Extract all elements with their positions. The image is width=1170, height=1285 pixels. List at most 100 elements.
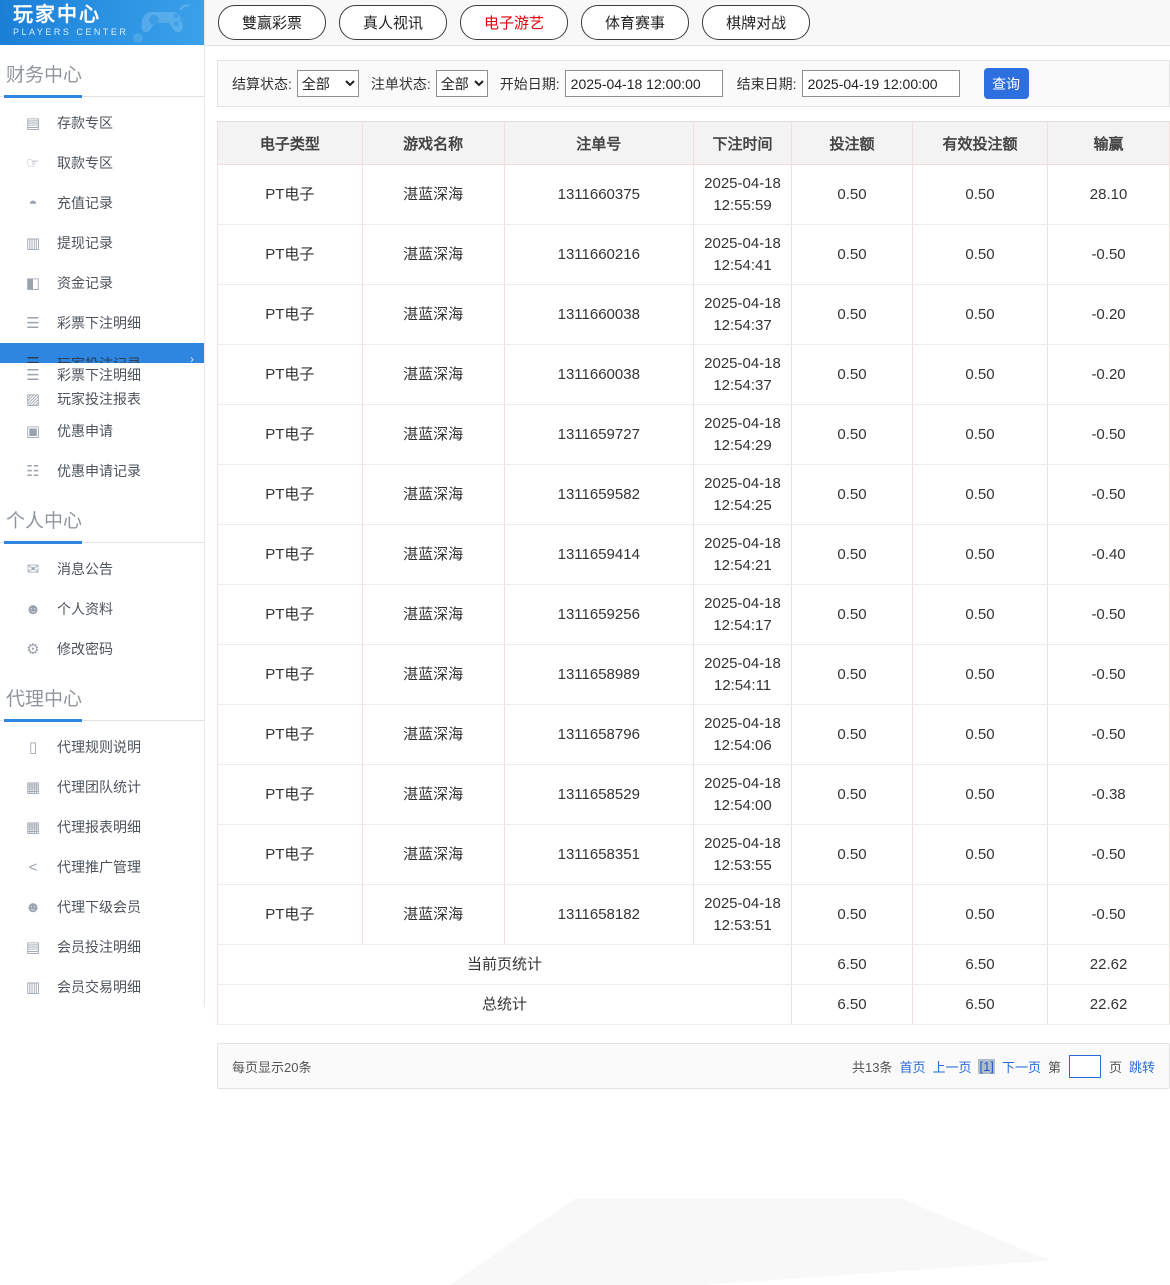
total-count-label: 共13条: [852, 1057, 892, 1076]
end-date-input[interactable]: [802, 70, 960, 97]
sidebar-item-agent-promo-manage[interactable]: <代理推广管理: [0, 847, 204, 887]
sidebar-section: 个人中心 ✉消息公告☻个人资料⚙修改密码: [0, 491, 204, 669]
tab-雙赢彩票[interactable]: 雙赢彩票: [218, 5, 326, 40]
table-cell: 1311660038: [504, 285, 693, 345]
page-prefix-label: 第: [1048, 1057, 1061, 1076]
sidebar-item-lottery-bet-detail[interactable]: ☰彩票下注明细: [0, 363, 204, 387]
table-cell: -0.50: [1048, 645, 1170, 705]
tab-棋牌对战[interactable]: 棋牌对战: [702, 5, 810, 40]
column-header: 投注额: [792, 122, 913, 165]
table-cell: PT电子: [218, 585, 363, 645]
sidebar-item-deposit-zone[interactable]: ▤存款专区: [0, 103, 204, 143]
sidebar-section-label: 个人中心: [0, 491, 204, 542]
table-cell: 湛蓝深海: [362, 525, 504, 585]
sidebar-item-bell[interactable]: ✉消息公告: [0, 549, 204, 589]
first-page-link[interactable]: 首页: [899, 1057, 925, 1076]
pager: 共13条 首页 上一页 [1] 下一页 第 页 跳转: [852, 1055, 1155, 1078]
sidebar-item-player-bet-record[interactable]: ☰玩家投注记录›: [0, 343, 204, 363]
sidebar-item-withdraw-zone[interactable]: ☞取款专区: [0, 143, 204, 183]
table-cell: 0.50: [912, 765, 1047, 825]
table-cell: -0.50: [1048, 465, 1170, 525]
table-row: PT电子湛蓝深海13116583512025-04-18 12:53:550.5…: [218, 825, 1170, 885]
table-cell: -0.20: [1048, 345, 1170, 405]
sidebar-item-label: 代理报表明细: [57, 817, 141, 837]
table-cell: 2025-04-18 12:54:06: [693, 705, 791, 765]
next-page-link[interactable]: 下一页: [1002, 1057, 1041, 1076]
table-cell: 湛蓝深海: [362, 705, 504, 765]
tab-体育赛事[interactable]: 体育赛事: [581, 5, 689, 40]
table-cell: 湛蓝深海: [362, 765, 504, 825]
table-cell: PT电子: [218, 765, 363, 825]
table-cell: 0.50: [912, 705, 1047, 765]
sidebar-item-funds-record[interactable]: ◧资金记录: [0, 263, 204, 303]
sidebar-item-player-bet-report[interactable]: ▨玩家投注报表: [0, 387, 204, 411]
lottery-bet-detail-icon: ☰: [24, 314, 42, 332]
sidebar-item-label: 代理规则说明: [57, 737, 141, 757]
table-cell: 2025-04-18 12:54:37: [693, 345, 791, 405]
table-cell: 0.50: [792, 585, 913, 645]
sidebar-item-label: 玩家投注报表: [57, 389, 141, 409]
table-cell: 0.50: [792, 285, 913, 345]
sidebar-item-agent-sub-members[interactable]: ☻代理下级会员: [0, 887, 204, 927]
settle-status-select[interactable]: 全部: [297, 70, 359, 97]
sidebar-item-promo-apply[interactable]: ▣优惠申请: [0, 411, 204, 451]
table-row: PT电子湛蓝深海13116589892025-04-18 12:54:110.5…: [218, 645, 1170, 705]
column-header: 输赢: [1048, 122, 1170, 165]
table-cell: 0.50: [912, 465, 1047, 525]
table-cell: 2025-04-18 12:54:11: [693, 645, 791, 705]
prev-page-link[interactable]: 上一页: [932, 1057, 971, 1076]
tab-真人视讯[interactable]: 真人视讯: [339, 5, 447, 40]
sidebar-item-promo-apply-record[interactable]: ☷优惠申请记录: [0, 451, 204, 491]
order-status-label: 注单状态:: [371, 74, 431, 94]
table-cell: 0.50: [792, 825, 913, 885]
table-cell: 湛蓝深海: [362, 585, 504, 645]
summary-label: 当前页统计: [218, 945, 792, 985]
table-cell: 0.50: [912, 525, 1047, 585]
sidebar-item-agent-team-stats[interactable]: ▦代理团队统计: [0, 767, 204, 807]
table-row: PT电子湛蓝深海13116587962025-04-18 12:54:06 0.5…: [218, 705, 1170, 765]
search-button[interactable]: 查询: [984, 68, 1029, 99]
per-page-label: 每页显示20条: [232, 1057, 311, 1076]
summary-winloss: 22.62: [1048, 945, 1170, 985]
start-date-input[interactable]: [565, 70, 723, 97]
sidebar-item-agent-rules[interactable]: ▯代理规则说明: [0, 727, 204, 767]
table-cell: 1311658351: [504, 825, 693, 885]
sidebar-item-recharge-record[interactable]: ◓充值记录: [0, 183, 204, 223]
summary-bet: 6.50: [792, 945, 913, 985]
jump-link[interactable]: 跳转: [1129, 1057, 1155, 1076]
table-cell: PT电子: [218, 285, 363, 345]
tab-电子游艺[interactable]: 电子游艺: [460, 5, 568, 40]
table-cell: 0.50: [792, 345, 913, 405]
table-cell: 0.50: [912, 405, 1047, 465]
table-cell: 湛蓝深海: [362, 345, 504, 405]
sidebar-section-label: 代理中心: [0, 669, 204, 720]
withdraw-zone-icon: ☞: [24, 154, 42, 172]
gamepad-icon: [132, 2, 198, 42]
sidebar-item-agent-report-detail[interactable]: ▦代理报表明细: [0, 807, 204, 847]
sidebar-item-withdraw-record[interactable]: ▥提现记录: [0, 223, 204, 263]
table-cell: 湛蓝深海: [362, 165, 504, 225]
table-cell: 0.50: [912, 585, 1047, 645]
sidebar-item-label: 彩票下注明细: [57, 365, 141, 385]
sidebar-item-member-trade-detail[interactable]: ▥会员交易明细: [0, 967, 204, 1007]
sidebar-item-label: 资金记录: [57, 273, 113, 293]
settle-status-label: 结算状态:: [232, 74, 292, 94]
table-cell: PT电子: [218, 825, 363, 885]
sidebar-item-member-bet-detail[interactable]: ▤会员投注明细: [0, 927, 204, 967]
sidebar-item-lottery-bet-detail[interactable]: ☰彩票下注明细: [0, 303, 204, 343]
bet-records-table: 电子类型游戏名称注单号下注时间投注额有效投注额输赢 PT电子湛蓝深海131166…: [217, 121, 1170, 1025]
sidebar-item-profile[interactable]: ☻个人资料: [0, 589, 204, 629]
table-cell: 1311658796: [504, 705, 693, 765]
order-status-select[interactable]: 全部: [436, 70, 488, 97]
current-page-indicator: [1]: [978, 1059, 994, 1074]
sidebar-item-password-gear[interactable]: ⚙修改密码: [0, 629, 204, 669]
sidebar-item-label: 会员投注明细: [57, 937, 141, 957]
page-suffix-label: 页: [1109, 1057, 1122, 1076]
sidebar-item-label: 代理下级会员: [57, 897, 141, 917]
table-cell: 2025-04-18 12:54:37: [693, 285, 791, 345]
sidebar-section: 财务中心▤存款专区☞取款专区◓充值记录▥提现记录◧资金记录☰彩票下注明细☰玩家投…: [0, 45, 204, 491]
table-cell: PT电子: [218, 525, 363, 585]
table-cell: PT电子: [218, 705, 363, 765]
page-jump-input[interactable]: [1069, 1055, 1101, 1078]
table-cell: -0.40: [1048, 525, 1170, 585]
